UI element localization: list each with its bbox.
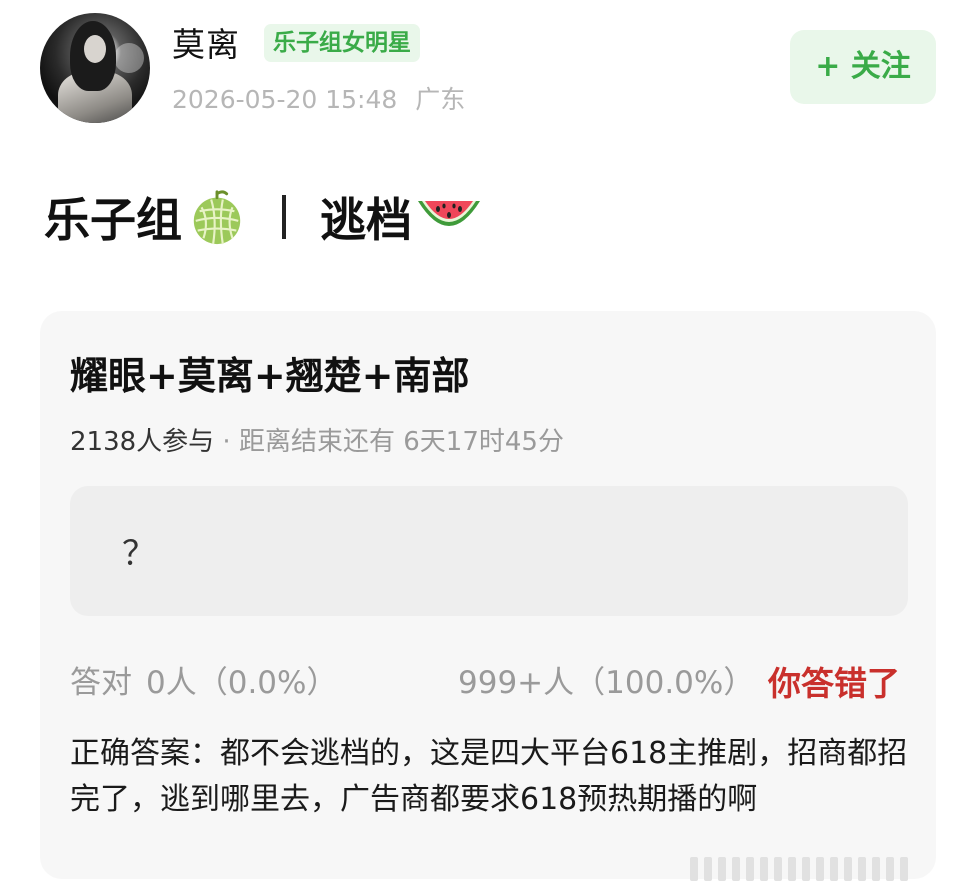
answer-placeholder: ？ <box>122 534 156 574</box>
avatar-glow <box>114 43 144 73</box>
info-separator: · <box>214 427 239 457</box>
title-divider <box>282 195 286 239</box>
answer-explanation: 正确答案：都不会逃档的，这是四大平台618主推剧，招商都招完了，逃到哪里去，广告… <box>70 736 908 817</box>
post-title: 乐子组 逃档 <box>44 182 482 252</box>
watermark <box>690 851 970 883</box>
post-location: 广东 <box>415 85 466 114</box>
quiz-info: 2138人参与 · 距离结束还有 6天17时45分 <box>70 421 564 458</box>
avatar[interactable] <box>40 13 150 123</box>
follow-button[interactable]: + 关注 <box>790 30 936 104</box>
correct-stat: 答对 0人（0.0%） <box>70 657 337 702</box>
wrong-stat: 999+人（100.0%） <box>458 665 755 701</box>
quiz-deadline: 距离结束还有 6天17时45分 <box>238 427 564 457</box>
answer-option[interactable]: ？ <box>70 486 908 616</box>
watermelon-icon <box>418 201 480 226</box>
post-title-part1: 乐子组 <box>44 193 182 247</box>
post-title-part2: 逃档 <box>320 193 412 247</box>
result-label: 你答错了 <box>768 664 900 703</box>
correct-label: 答对 <box>70 665 132 701</box>
avatar-face <box>84 35 106 63</box>
author-name[interactable]: 莫离 <box>172 18 240 66</box>
correct-count: 0人（0.0%） <box>146 665 338 701</box>
melon-icon <box>193 190 241 245</box>
author-badge[interactable]: 乐子组女明星 <box>264 24 420 62</box>
post-time: 2026-05-20 15:48 <box>172 85 398 114</box>
quiz-question: 耀眼+莫离+翘楚+南部 <box>70 354 470 398</box>
post-meta: 2026-05-20 15:48 广东 <box>172 80 465 116</box>
quiz-card: 耀眼+莫离+翘楚+南部 2138人参与 · 距离结束还有 6天17时45分 ？ … <box>40 311 936 879</box>
participant-count: 2138人参与 <box>70 427 215 457</box>
